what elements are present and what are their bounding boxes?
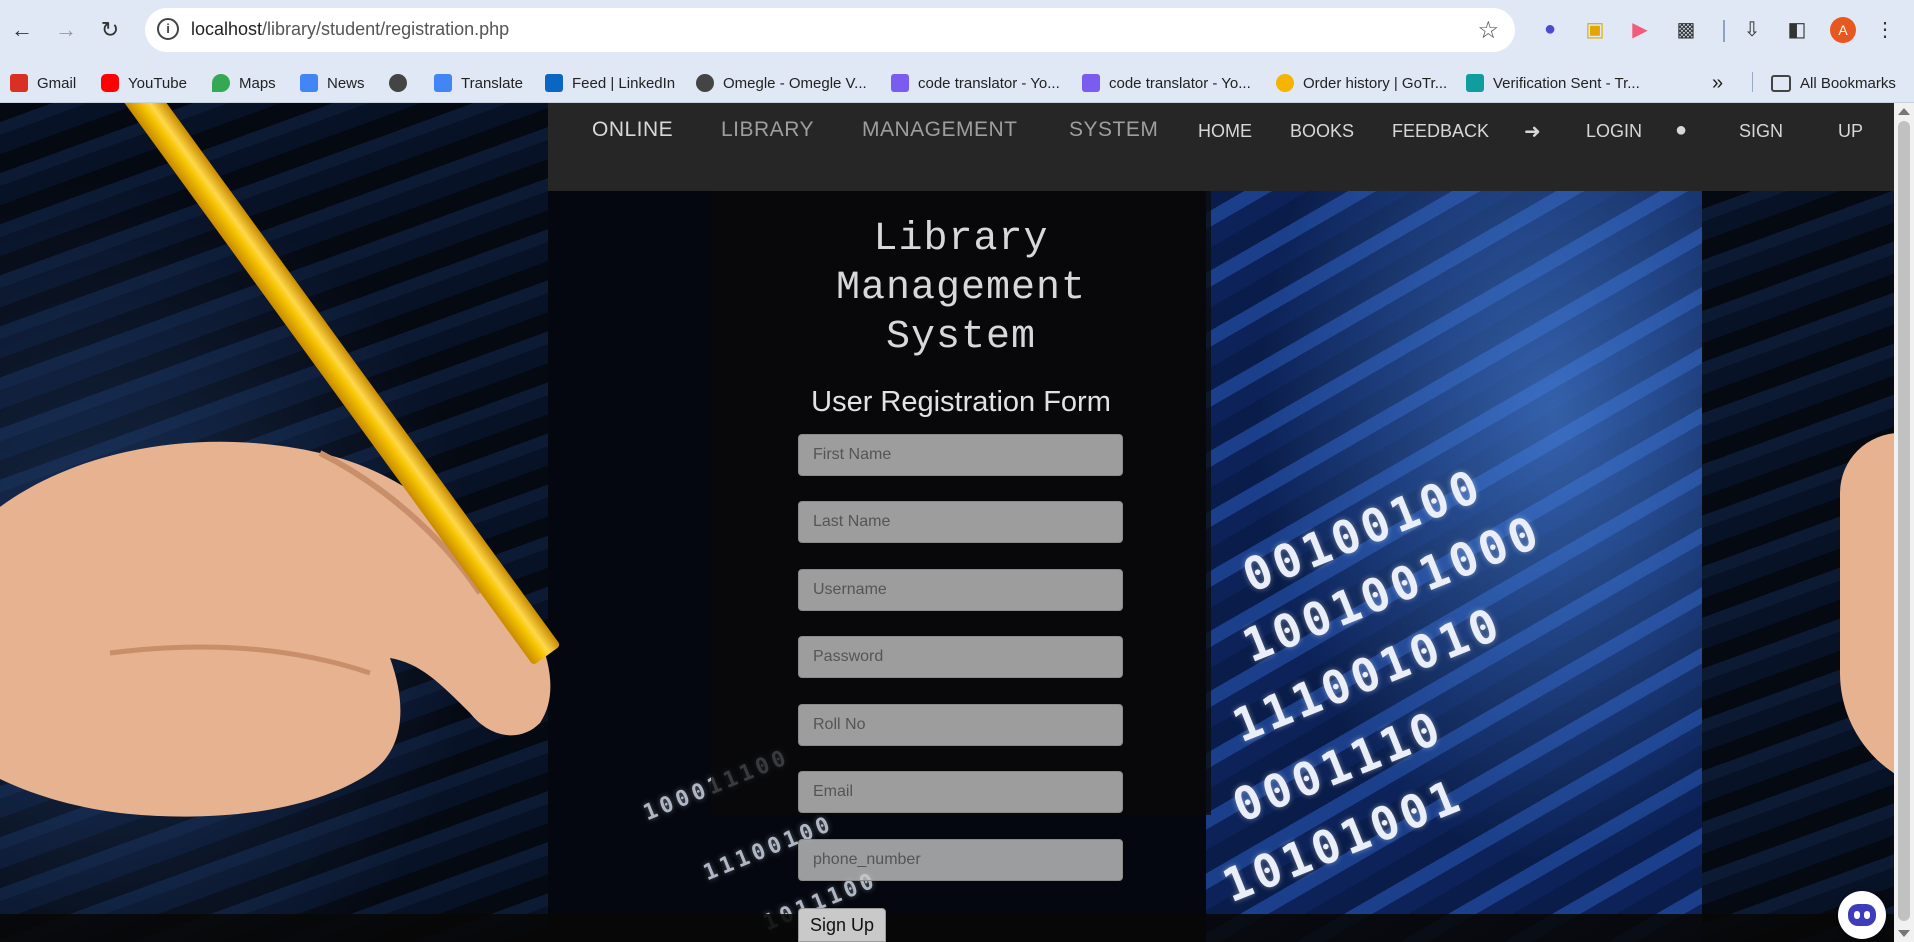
- bookmark-gmail[interactable]: Gmail: [10, 72, 76, 94]
- scroll-thumb[interactable]: [1898, 121, 1910, 921]
- forward-arrow-icon[interactable]: →: [50, 14, 82, 46]
- brand-word-system[interactable]: SYSTEM: [1069, 118, 1158, 142]
- all-bookmarks[interactable]: All Bookmarks: [1771, 72, 1896, 94]
- assistant-extension-icon[interactable]: ●: [1535, 14, 1565, 44]
- bookmark-star-icon[interactable]: ☆: [1477, 16, 1499, 45]
- bookmark-linkedin[interactable]: Feed | LinkedIn: [545, 72, 675, 94]
- back-arrow-icon[interactable]: ←: [6, 14, 38, 46]
- nav-up[interactable]: UP: [1838, 121, 1863, 142]
- system-title-line: Library: [873, 217, 1049, 262]
- bookmarks-divider: [1752, 72, 1753, 92]
- url-path: /library/student/registration.php: [262, 19, 510, 39]
- bookmark-order-history[interactable]: Order history | GoTr...: [1276, 72, 1447, 94]
- translate-icon: [434, 74, 452, 92]
- gmail-icon: [10, 74, 28, 92]
- phone-number-input[interactable]: [798, 839, 1123, 881]
- system-title-line: Management: [835, 266, 1087, 311]
- assistant-bubble[interactable]: [1838, 891, 1886, 939]
- linkedin-icon: [545, 74, 563, 92]
- brand-word-library[interactable]: LIBRARY: [721, 118, 814, 142]
- bookmarks-bar: Gmail YouTube Maps News Translate Feed |…: [0, 62, 1914, 103]
- profile-avatar[interactable]: A: [1830, 17, 1856, 43]
- side-panel-icon[interactable]: ◧: [1782, 14, 1812, 44]
- bookmark-omegle[interactable]: Omegle - Omegle V...: [696, 72, 867, 94]
- app-icon: [891, 74, 909, 92]
- bookmark-news[interactable]: News: [300, 72, 365, 94]
- page-viewport: 00100100 1001001000 111001010 0001110 10…: [0, 103, 1894, 942]
- folder-icon: [1771, 74, 1791, 92]
- folder-extension-icon[interactable]: ▣: [1580, 14, 1610, 44]
- browser-toolbar: ← → ↻ i localhost/library/student/regist…: [0, 0, 1914, 62]
- login-icon[interactable]: ➜: [1524, 119, 1541, 144]
- url-host: localhost: [191, 19, 263, 39]
- password-input[interactable]: [798, 636, 1123, 678]
- page-bottom-strip: [0, 914, 1894, 942]
- page-scrollbar[interactable]: [1894, 103, 1914, 942]
- reload-icon[interactable]: ↻: [94, 14, 126, 46]
- scroll-down-icon[interactable]: [1898, 930, 1910, 937]
- app-icon: [1082, 74, 1100, 92]
- username-input[interactable]: [798, 569, 1123, 611]
- sign-up-button[interactable]: Sign Up: [798, 908, 886, 942]
- user-icon[interactable]: ●: [1675, 119, 1687, 142]
- news-icon: [300, 74, 318, 92]
- system-title-line: System: [885, 315, 1037, 360]
- bookmark-youtube[interactable]: YouTube: [101, 72, 187, 94]
- url-text[interactable]: localhost/library/student/registration.p…: [191, 19, 509, 40]
- address-bar[interactable]: i localhost/library/student/registration…: [145, 8, 1515, 52]
- download-icon[interactable]: ⇩: [1737, 14, 1767, 44]
- last-name-input[interactable]: [798, 501, 1123, 543]
- brand-word-management[interactable]: MANAGEMENT: [862, 118, 1018, 142]
- bookmark-verification-sent[interactable]: Verification Sent - Tr...: [1466, 72, 1640, 94]
- bookmark-translate[interactable]: Translate: [434, 72, 523, 94]
- gotranscript-icon: [1276, 74, 1294, 92]
- bookmark-code-translator-1[interactable]: code translator - Yo...: [891, 72, 1060, 94]
- nav-sign[interactable]: SIGN: [1739, 121, 1783, 142]
- assistant-icon: [1848, 904, 1876, 926]
- nav-books[interactable]: BOOKS: [1290, 121, 1354, 142]
- maps-icon: [212, 74, 230, 92]
- nav-home[interactable]: HOME: [1198, 121, 1252, 142]
- bookmark-globe[interactable]: [389, 72, 416, 94]
- extensions-puzzle-icon[interactable]: ▩: [1671, 14, 1701, 44]
- globe-icon: [389, 74, 407, 92]
- menu-kebab-icon[interactable]: ⋮: [1870, 14, 1900, 44]
- site-icon: [1466, 74, 1484, 92]
- more-bookmarks-chevron-icon[interactable]: »: [1712, 72, 1723, 94]
- brand-word-online[interactable]: ONLINE: [592, 118, 673, 142]
- site-info-icon[interactable]: i: [157, 18, 179, 40]
- system-title: Library Management System: [711, 215, 1211, 362]
- nav-login[interactable]: LOGIN: [1586, 121, 1642, 142]
- bookmark-code-translator-2[interactable]: code translator - Yo...: [1082, 72, 1251, 94]
- toolbar-divider: [1723, 20, 1725, 42]
- nav-feedback[interactable]: FEEDBACK: [1392, 121, 1489, 142]
- form-title: User Registration Form: [811, 386, 1111, 418]
- first-name-input[interactable]: [798, 434, 1123, 476]
- bookmark-maps[interactable]: Maps: [212, 72, 276, 94]
- roll-no-input[interactable]: [798, 704, 1123, 746]
- scroll-up-icon[interactable]: [1898, 108, 1910, 115]
- email-input[interactable]: [798, 771, 1123, 813]
- youtube-icon: [101, 74, 119, 92]
- top-navbar: ONLINE LIBRARY MANAGEMENT SYSTEM HOME BO…: [548, 103, 1894, 191]
- record-extension-icon[interactable]: ▶: [1625, 14, 1655, 44]
- globe-icon: [696, 74, 714, 92]
